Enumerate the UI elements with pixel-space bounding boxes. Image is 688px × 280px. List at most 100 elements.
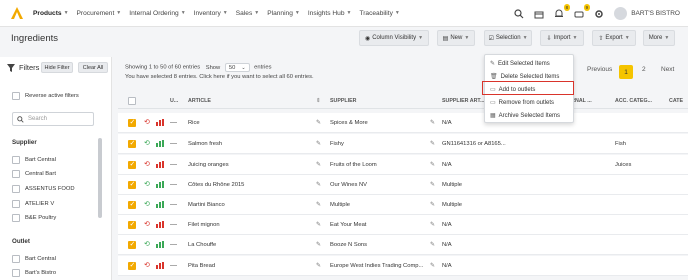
supplier-option[interactable]: Central Bart: [12, 170, 56, 178]
pencil-icon[interactable]: ✎: [316, 181, 321, 188]
new-button[interactable]: ▤ New ▼: [437, 30, 475, 46]
menu-item-delete-selected[interactable]: 🗑 Delete Selected Items: [490, 73, 559, 81]
table-row[interactable]: ⟲ — Pita Bread ✎ Europe West Indies Trading …: [118, 256, 688, 276]
pencil-icon[interactable]: ✎: [430, 181, 435, 188]
pencil-icon[interactable]: ✎: [316, 241, 321, 248]
cart-icon[interactable]: 9: [572, 3, 591, 21]
column-header-supplier-art[interactable]: SUPPLIER ART...: [442, 98, 484, 104]
pencil-icon[interactable]: ✎: [430, 119, 435, 126]
column-header-u[interactable]: U...: [170, 98, 178, 104]
table-row[interactable]: ⟲ — La Chouffe ✎ Booze N Sons ✎ N/A: [118, 235, 688, 255]
sync-icon[interactable]: ⟲: [144, 160, 150, 168]
outlet-option[interactable]: Bart Central: [12, 255, 56, 263]
select-all-link[interactable]: You have selected 8 entries. Click here …: [125, 74, 314, 80]
checkbox[interactable]: [12, 269, 20, 277]
checkbox[interactable]: [12, 185, 20, 193]
row-checkbox[interactable]: [128, 261, 136, 270]
store-icon[interactable]: [532, 7, 546, 21]
supplier-option[interactable]: ASSENTUS FOOD: [12, 185, 75, 193]
pencil-icon[interactable]: ✎: [430, 241, 435, 248]
pager-previous[interactable]: Previous: [587, 66, 612, 73]
outlet-option[interactable]: Bart's Bistro: [12, 269, 56, 277]
menu-item-edit-selected[interactable]: ✎ Edit Selected Items: [490, 60, 550, 68]
filter-search-input[interactable]: Search: [12, 112, 94, 126]
row-checkbox[interactable]: [128, 180, 136, 189]
sync-icon[interactable]: ⟲: [144, 240, 150, 248]
nav-inventory[interactable]: Inventory ▼: [194, 10, 228, 17]
sync-icon[interactable]: ⟲: [144, 180, 150, 188]
nav-sales[interactable]: Sales ▼: [236, 10, 259, 17]
checkbox[interactable]: [12, 255, 20, 263]
pencil-icon[interactable]: ✎: [430, 262, 435, 269]
selection-button[interactable]: ☑ Selection ▼: [484, 30, 532, 46]
supplier-option[interactable]: ATELIER V: [12, 200, 54, 208]
sync-icon[interactable]: ⟲: [144, 139, 150, 147]
pencil-icon[interactable]: ✎: [316, 221, 321, 228]
checkbox[interactable]: [12, 200, 20, 208]
sidebar-scrollbar[interactable]: [98, 138, 102, 218]
reverse-filters-toggle[interactable]: Reverse active filters: [12, 92, 79, 100]
table-row[interactable]: ⟲ — Martini Bianco ✎ Multiple ✎ Multiple: [118, 195, 688, 215]
pager-page-current[interactable]: 1: [619, 65, 633, 79]
supplier-option[interactable]: Bart Central: [12, 156, 56, 164]
row-checkbox[interactable]: [128, 118, 136, 127]
pencil-icon[interactable]: ✎: [316, 119, 321, 126]
sync-icon[interactable]: ⟲: [144, 118, 150, 126]
menu-item-remove-from-outlets[interactable]: ▭ Remove from outlets: [490, 99, 554, 107]
pencil-icon[interactable]: ✎: [430, 140, 435, 147]
sort-icon[interactable]: ⇕: [316, 98, 320, 104]
checkbox[interactable]: [12, 214, 20, 222]
clear-all-button[interactable]: Clear All: [78, 62, 108, 73]
row-checkbox[interactable]: [128, 200, 136, 209]
pencil-icon[interactable]: ✎: [316, 140, 321, 147]
search-icon[interactable]: [512, 7, 526, 21]
article-cell[interactable]: La Chouffe: [188, 242, 216, 248]
article-cell[interactable]: Juicing oranges: [188, 162, 229, 168]
bell-icon[interactable]: 8: [552, 3, 571, 21]
nav-procurement[interactable]: Procurement ▼: [77, 10, 122, 17]
user-name[interactable]: BART'S BISTRO: [631, 10, 680, 17]
table-row[interactable]: ⟲ — Salmon fresh ✎ Fishy ✎ GN11641316 or A8165…: [118, 134, 688, 154]
pencil-icon[interactable]: ✎: [316, 161, 321, 168]
nav-insights-hub[interactable]: Insights Hub ▼: [308, 10, 352, 17]
checkbox[interactable]: [12, 92, 20, 100]
checkbox[interactable]: [12, 170, 20, 178]
column-header-supplier[interactable]: SUPPLIER: [330, 98, 357, 104]
export-button[interactable]: ⇧ Export ▼: [592, 30, 636, 46]
article-cell[interactable]: Pita Bread: [188, 263, 215, 269]
table-row[interactable]: ⟲ — Filet mignon ✎ Eat Your Meat ✎ N/A: [118, 215, 688, 235]
hide-filter-button[interactable]: Hide Filter: [41, 62, 73, 73]
pager-next[interactable]: Next: [661, 66, 674, 73]
row-checkbox[interactable]: [128, 160, 136, 169]
checkbox[interactable]: [12, 156, 20, 164]
row-checkbox[interactable]: [128, 220, 136, 229]
import-button[interactable]: ⇩ Import ▼: [540, 30, 584, 46]
gear-icon[interactable]: [592, 7, 606, 21]
pencil-icon[interactable]: ✎: [430, 161, 435, 168]
pencil-icon[interactable]: ✎: [430, 201, 435, 208]
article-cell[interactable]: Martini Bianco: [188, 202, 225, 208]
pager-page-2[interactable]: 2: [642, 66, 646, 73]
more-button[interactable]: More ▼: [643, 30, 675, 46]
article-cell[interactable]: Côtes du Rhône 2015: [188, 182, 244, 188]
column-visibility-button[interactable]: ◉ Column Visibility ▼: [359, 30, 429, 46]
pencil-icon[interactable]: ✎: [430, 221, 435, 228]
pencil-icon[interactable]: ✎: [316, 201, 321, 208]
column-header-acc-category[interactable]: ACC. CATEG...: [615, 98, 652, 104]
sync-icon[interactable]: ⟲: [144, 200, 150, 208]
supplier-option[interactable]: B&E Poultry: [12, 214, 56, 222]
nav-internal-ordering[interactable]: Internal Ordering ▼: [129, 10, 185, 17]
sync-icon[interactable]: ⟲: [144, 220, 150, 228]
page-size-select[interactable]: 50 ⌄: [224, 63, 250, 72]
sync-icon[interactable]: ⟲: [144, 261, 150, 269]
nav-products[interactable]: Products ▼: [33, 10, 69, 17]
table-row[interactable]: ⟲ — Côtes du Rhône 2015 ✎ Our Wines NV ✎ Multi…: [118, 175, 688, 195]
pencil-icon[interactable]: ✎: [316, 262, 321, 269]
table-row[interactable]: ⟲ — Rice ✎ Spices & More ✎ N/A: [118, 113, 688, 133]
article-cell[interactable]: Salmon fresh: [188, 141, 222, 147]
article-cell[interactable]: Filet mignon: [188, 222, 220, 228]
row-checkbox[interactable]: [128, 139, 136, 148]
menu-item-archive-selected[interactable]: ▦ Archive Selected Items: [490, 112, 560, 120]
avatar[interactable]: [614, 7, 628, 20]
nav-planning[interactable]: Planning ▼: [267, 10, 300, 17]
